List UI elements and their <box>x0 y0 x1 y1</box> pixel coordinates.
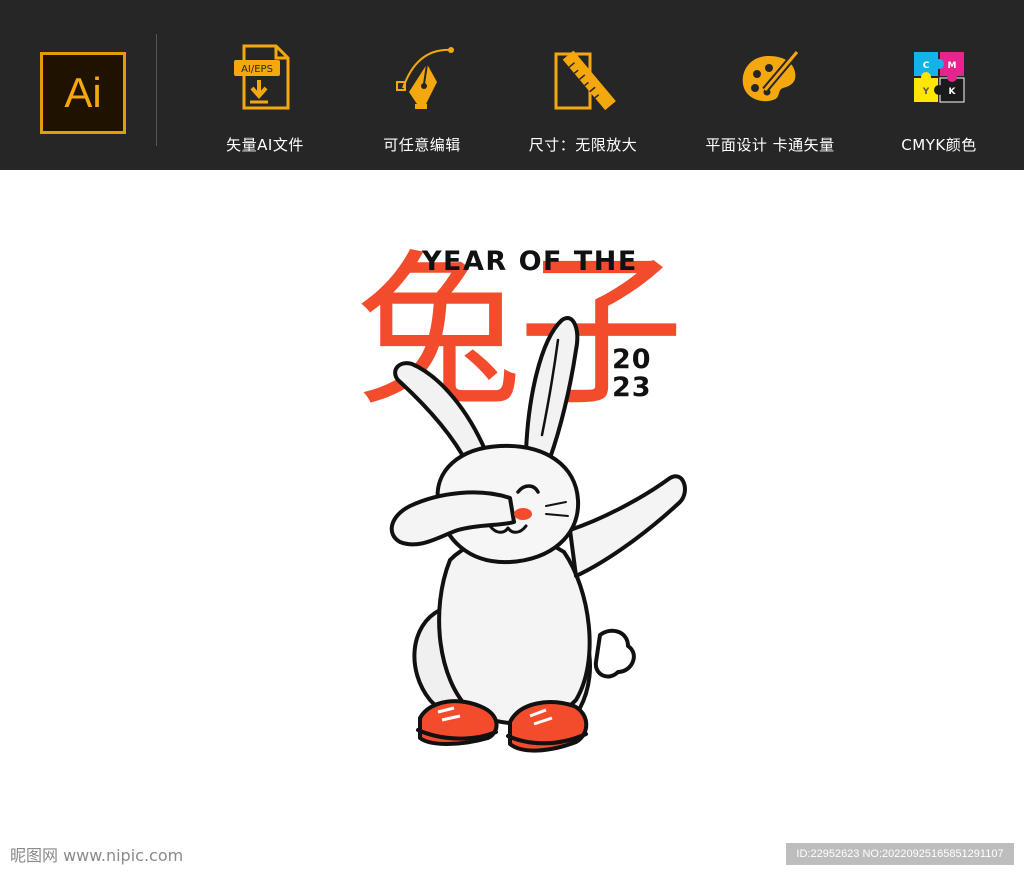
feature-cmyk: C M Y K CMYK颜色 <box>864 42 1014 155</box>
file-ai-eps-icon: AI/EPS <box>234 44 290 110</box>
feature-banner: Ai AI/EPS 矢量AI文件 可任意编辑 尺寸：无限放大 平面设计 卡通矢量… <box>0 0 1024 170</box>
banner-divider <box>156 34 157 146</box>
feature-scalable: 尺寸：无限放大 <box>508 42 658 155</box>
feature-label: 矢量AI文件 <box>226 136 304 154</box>
feature-label: CMYK颜色 <box>901 136 977 154</box>
feature-design: 平面设计 卡通矢量 <box>695 42 845 155</box>
ruler-pencil-icon <box>554 50 616 111</box>
feature-label: 可任意编辑 <box>383 136 461 154</box>
palette-icon <box>742 49 800 102</box>
feature-label: 尺寸：无限放大 <box>528 136 638 154</box>
file-icon-text: AI/EPS <box>241 64 273 75</box>
feature-editable: 可任意编辑 <box>347 42 497 155</box>
illustrator-logo: Ai <box>40 52 126 134</box>
pen-tool-icon <box>396 47 454 109</box>
cmyk-letter: K <box>949 87 957 97</box>
image-id-watermark: ID:22952623 NO:20220925165851291107 <box>786 843 1014 865</box>
cmyk-puzzle-icon: C M Y K <box>914 52 965 103</box>
nipic-watermark: 昵图网 www.nipic.com <box>10 846 184 865</box>
cmyk-letter: Y <box>922 87 930 97</box>
dabbing-rabbit-illustration <box>389 316 687 753</box>
cmyk-letter: M <box>948 61 957 71</box>
cmyk-letter: C <box>923 61 930 71</box>
feature-vector-file: AI/EPS 矢量AI文件 <box>190 42 340 155</box>
illustrator-logo-text: Ai <box>64 69 102 116</box>
feature-label: 平面设计 卡通矢量 <box>705 136 835 154</box>
